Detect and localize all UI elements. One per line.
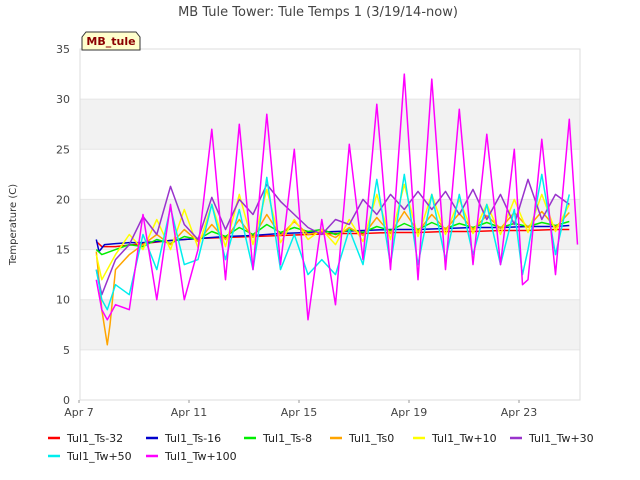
grid-band xyxy=(80,149,580,200)
grid-band xyxy=(80,299,580,350)
legend-label: Tul1_Tw+100 xyxy=(164,450,237,463)
y-tick-label: 10 xyxy=(56,294,70,307)
x-axis-ticks: Apr 7 Apr 11 Apr 15 Apr 19 Apr 23 xyxy=(64,400,537,419)
chart-title: MB Tule Tower: Tule Temps 1 (3/19/14-now… xyxy=(178,5,458,20)
y-tick-label: 15 xyxy=(56,244,70,257)
y-tick-label: 20 xyxy=(56,193,70,206)
legend-item: Tul1_Tw+50 xyxy=(48,450,132,463)
x-tick-label: Apr 7 xyxy=(64,406,94,419)
legend-label: Tul1_Tw+10 xyxy=(431,432,497,445)
legend-item: Tul1_Tw+10 xyxy=(413,432,497,445)
temperature-chart: MB Tule Tower: Tule Temps 1 (3/19/14-now… xyxy=(8,5,594,463)
site-badge: MB_tule xyxy=(81,31,141,51)
legend: Tul1_Ts-32 Tul1_Ts-16 Tul1_Ts-8 Tul1_Ts0 Tul… xyxy=(48,432,594,463)
legend-item: Tul1_Ts-16 xyxy=(146,432,221,445)
x-tick-label: Apr 11 xyxy=(171,406,208,419)
x-tick-label: Apr 15 xyxy=(281,406,318,419)
site-badge-label: MB_tule xyxy=(86,35,135,48)
legend-item: Tul1_Ts-32 xyxy=(48,432,123,445)
legend-label: Tul1_Ts-8 xyxy=(262,432,312,445)
legend-item: Tul1_Ts0 xyxy=(330,432,394,445)
legend-item: Tul1_Ts-8 xyxy=(244,432,312,445)
legend-label: Tul1_Ts-32 xyxy=(66,432,123,445)
y-tick-label: 5 xyxy=(63,344,70,357)
x-tick-label: Apr 23 xyxy=(501,406,538,419)
y-tick-label: 25 xyxy=(56,143,70,156)
legend-label: Tul1_Ts0 xyxy=(348,432,394,445)
y-axis-ticks: 05101520253035 xyxy=(56,43,70,407)
legend-item: Tul1_Tw+100 xyxy=(146,450,237,463)
legend-label: Tul1_Tw+30 xyxy=(528,432,594,445)
legend-label: Tul1_Ts-16 xyxy=(164,432,221,445)
y-axis-label: Temperature (C) xyxy=(8,184,19,266)
y-tick-label: 35 xyxy=(56,43,70,56)
grid-band xyxy=(80,49,580,100)
legend-item: Tul1_Tw+30 xyxy=(510,432,594,445)
legend-label: Tul1_Tw+50 xyxy=(66,450,132,463)
y-tick-label: 30 xyxy=(56,93,70,106)
x-tick-label: Apr 19 xyxy=(391,406,428,419)
grid-band xyxy=(80,349,580,400)
grid-band xyxy=(80,99,580,150)
